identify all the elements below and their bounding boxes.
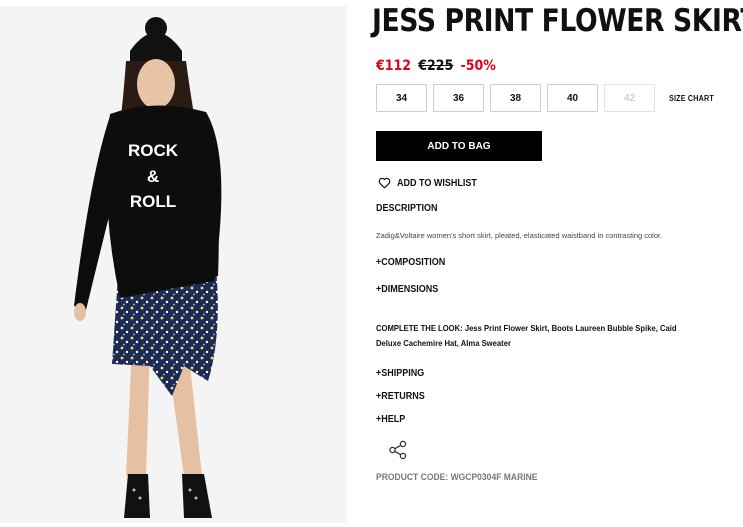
add-to-bag-button[interactable]: ADD TO BAG <box>376 131 542 161</box>
sale-price: €112 <box>376 58 412 74</box>
original-price: €225 <box>418 58 454 74</box>
size-chart-link[interactable]: SIZE CHART <box>669 94 714 103</box>
sweater-line-3: ROLL <box>130 192 176 211</box>
description-text: Zadig&Voltaire women's short skirt, plea… <box>376 231 663 240</box>
discount-badge: -50% <box>460 58 496 74</box>
product-code: PRODUCT CODE: WGCP0304F MARINE <box>376 472 538 483</box>
sweater-line-2: & <box>147 167 159 186</box>
add-to-wishlist-link[interactable]: ADD TO WISHLIST <box>378 176 486 190</box>
product-title: JESS PRINT FLOWER SKIRT <box>372 3 743 39</box>
product-image: ROCK & ROLL <box>0 6 347 523</box>
help-toggle[interactable]: +HELP <box>376 414 405 425</box>
description-heading: DESCRIPTION <box>376 203 438 214</box>
complete-look-label: COMPLETE THE LOOK: <box>376 323 463 333</box>
price-row: €112 €225 -50% <box>376 58 496 76</box>
heart-icon <box>378 177 391 189</box>
share-icon <box>389 440 407 460</box>
size-option-34[interactable]: 34 <box>376 84 427 112</box>
share-button[interactable] <box>388 440 408 460</box>
composition-toggle[interactable]: +COMPOSITION <box>376 257 445 268</box>
size-option-42: 42 <box>604 84 655 112</box>
dimensions-toggle[interactable]: +DIMENSIONS <box>376 284 438 295</box>
size-option-40[interactable]: 40 <box>547 84 598 112</box>
sweater-line-1: ROCK <box>128 141 179 160</box>
wishlist-label: ADD TO WISHLIST <box>397 177 477 189</box>
size-option-36[interactable]: 36 <box>433 84 484 112</box>
shipping-toggle[interactable]: +SHIPPING <box>376 368 424 379</box>
complete-the-look: COMPLETE THE LOOK: Jess Print Flower Ski… <box>376 321 696 351</box>
size-option-38[interactable]: 38 <box>490 84 541 112</box>
returns-toggle[interactable]: +RETURNS <box>376 391 425 402</box>
size-selector: 34 36 38 40 42 SIZE CHART <box>376 84 719 112</box>
